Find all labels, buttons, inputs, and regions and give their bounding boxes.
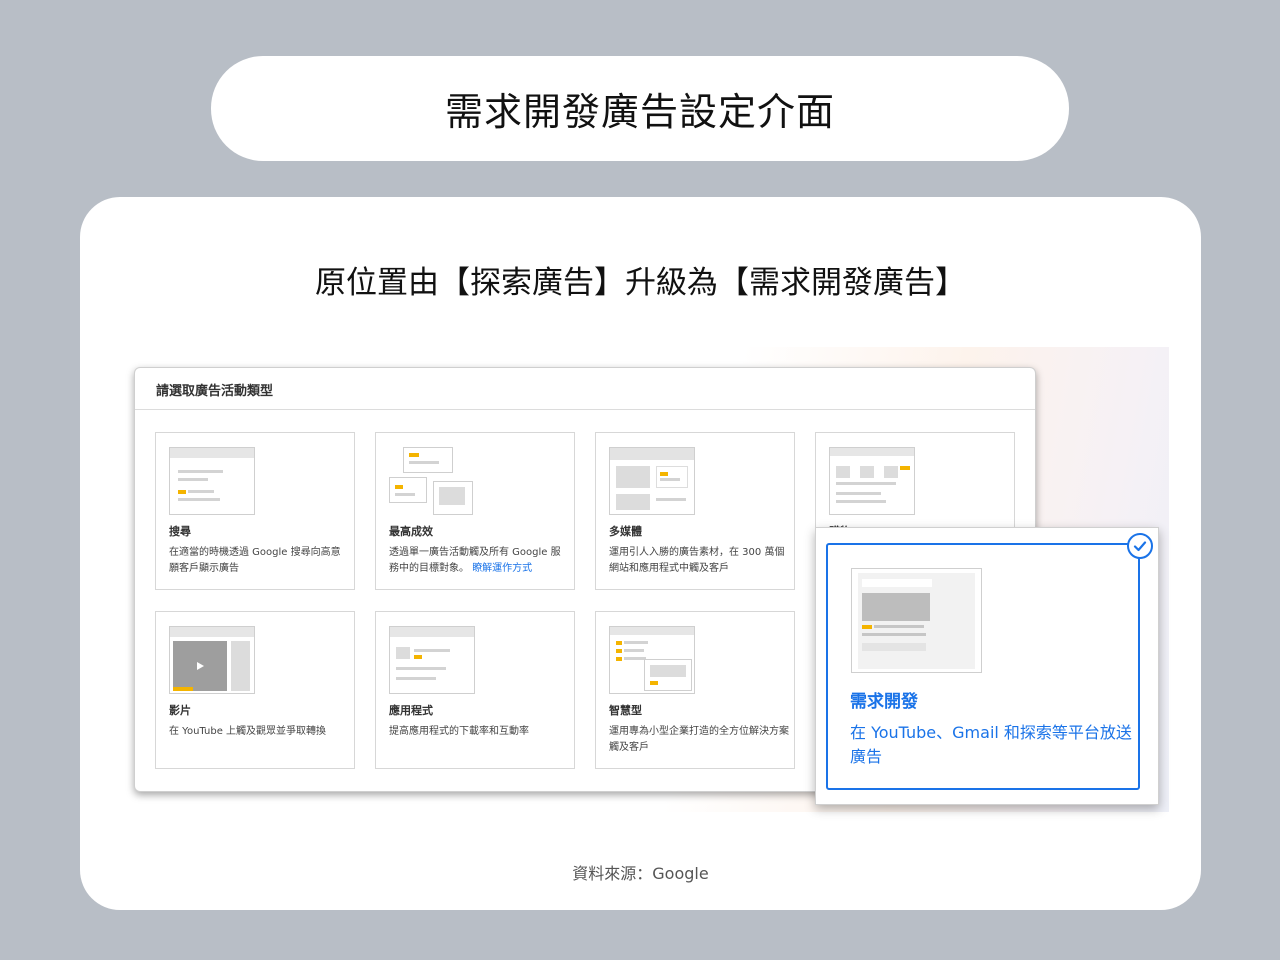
demand-gen-thumbnail-icon xyxy=(851,568,982,673)
option-performance-max[interactable]: 最高成效 透過單一廣告活動觸及所有 Google 服務中的目標對象。 瞭解運作方… xyxy=(375,432,575,590)
smart-thumbnail-icon xyxy=(609,626,695,694)
shopping-thumbnail-icon xyxy=(829,447,915,515)
option-search[interactable]: 搜尋 在適當的時機透過 Google 搜尋向高意願客戶顯示廣告 xyxy=(155,432,355,590)
source-caption: 資料來源：Google xyxy=(572,864,709,883)
option-title: 智慧型 xyxy=(609,704,642,717)
option-title: 應用程式 xyxy=(389,704,433,717)
card-subtitle: 原位置由【探索廣告】升級為【需求開發廣告】 xyxy=(315,265,966,301)
option-title: 搜尋 xyxy=(169,525,191,538)
performance-max-thumbnail-icon xyxy=(389,447,475,515)
demand-gen-title: 需求開發 xyxy=(850,692,918,712)
option-desc: 透過單一廣告活動觸及所有 Google 服務中的目標對象。 瞭解運作方式 xyxy=(389,545,569,577)
screenshot-area: 請選取廣告活動類型 搜尋 在適當的時機透過 Google 搜尋向高意願客戶顯示廣… xyxy=(124,347,1169,812)
option-smart[interactable]: 智慧型 運用專為小型企業打造的全方位解決方案觸及客戶 xyxy=(595,611,795,769)
learn-more-link[interactable]: 瞭解運作方式 xyxy=(472,563,532,574)
option-title: 最高成效 xyxy=(389,525,433,538)
demand-gen-option-card[interactable]: 需求開發 在 YouTube、Gmail 和探索等平台放送廣告 xyxy=(815,527,1159,805)
option-title: 影片 xyxy=(169,704,191,717)
option-title: 多媒體 xyxy=(609,525,642,538)
option-desc: 在適當的時機透過 Google 搜尋向高意願客戶顯示廣告 xyxy=(169,547,341,574)
option-desc: 提高應用程式的下載率和互動率 xyxy=(389,726,529,737)
search-thumbnail-icon xyxy=(169,447,255,515)
check-circle-icon xyxy=(1127,533,1153,559)
option-video[interactable]: 影片 在 YouTube 上觸及觀眾並爭取轉換 xyxy=(155,611,355,769)
dialog-title: 請選取廣告活動類型 xyxy=(135,368,1035,410)
video-thumbnail-icon xyxy=(169,626,255,694)
app-thumbnail-icon xyxy=(389,626,475,694)
display-thumbnail-icon xyxy=(609,447,695,515)
page-title: 需求開發廣告設定介面 xyxy=(444,90,835,134)
option-desc: 運用引人入勝的廣告素材，在 300 萬個網站和應用程式中觸及客戶 xyxy=(609,547,785,574)
demand-gen-selected-frame[interactable]: 需求開發 在 YouTube、Gmail 和探索等平台放送廣告 xyxy=(826,533,1153,790)
option-display[interactable]: 多媒體 運用引人入勝的廣告素材，在 300 萬個網站和應用程式中觸及客戶 xyxy=(595,432,795,590)
content-card: 原位置由【探索廣告】升級為【需求開發廣告】 請選取廣告活動類型 搜尋 在適當的時… xyxy=(80,197,1201,910)
option-app[interactable]: 應用程式 提高應用程式的下載率和互動率 xyxy=(375,611,575,769)
demand-gen-desc: 在 YouTube、Gmail 和探索等平台放送廣告 xyxy=(850,723,1132,766)
title-banner: 需求開發廣告設定介面 xyxy=(211,56,1069,161)
option-desc: 在 YouTube 上觸及觀眾並爭取轉換 xyxy=(169,726,327,737)
option-desc: 運用專為小型企業打造的全方位解決方案觸及客戶 xyxy=(609,726,789,753)
